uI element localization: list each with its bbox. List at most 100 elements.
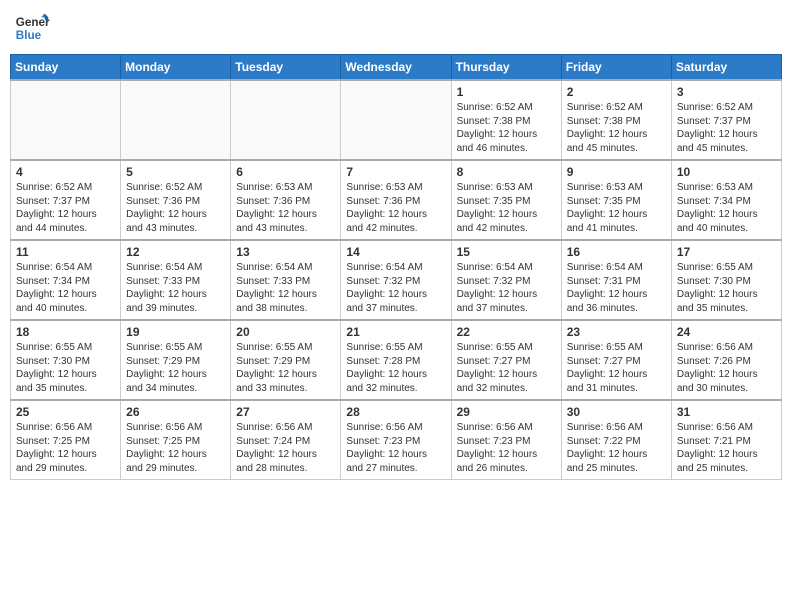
day-number: 17 — [677, 245, 776, 259]
calendar-cell: 24Sunrise: 6:56 AM Sunset: 7:26 PM Dayli… — [671, 320, 781, 400]
calendar-cell — [231, 80, 341, 160]
calendar-cell: 16 Sunrise: 6:54 AM Sunset: 7:31 PM Dayli… — [561, 240, 671, 320]
calendar-cell: 10 Sunrise: 6:53 AM Sunset: 7:34 PM Dayli… — [671, 160, 781, 240]
day-info: Sunrise: 6:56 AM Sunset: 7:24 PM Dayligh… — [236, 421, 335, 475]
day-info: Sunrise: 6:56 AM Sunset: 7:22 PM Dayligh… — [567, 421, 666, 475]
calendar-cell: 5 Sunrise: 6:52 AM Sunset: 7:36 PM Daylig… — [121, 160, 231, 240]
day-number: 18 — [16, 325, 115, 339]
calendar-cell — [341, 80, 451, 160]
logo: General Blue — [14, 10, 50, 46]
day-number: 28 — [346, 405, 445, 419]
calendar-cell: 28Sunrise: 6:56 AM Sunset: 7:23 PM Dayli… — [341, 400, 451, 480]
day-number: 23 — [567, 325, 666, 339]
calendar-cell: 21Sunrise: 6:55 AM Sunset: 7:28 PM Dayli… — [341, 320, 451, 400]
day-of-week-header: Monday — [121, 55, 231, 81]
day-number: 31 — [677, 405, 776, 419]
calendar-cell: 8Sunrise: 6:53 AM Sunset: 7:35 PM Daylig… — [451, 160, 561, 240]
calendar-cell: 6 Sunrise: 6:53 AM Sunset: 7:36 PM Daylig… — [231, 160, 341, 240]
day-number: 7 — [346, 165, 445, 179]
day-info: Sunrise: 6:54 AM Sunset: 7:32 PM Dayligh… — [457, 261, 556, 315]
day-number: 27 — [236, 405, 335, 419]
calendar-cell: 15 Sunrise: 6:54 AM Sunset: 7:32 PM Dayli… — [451, 240, 561, 320]
day-info: Sunrise: 6:56 AM Sunset: 7:23 PM Dayligh… — [457, 421, 556, 475]
day-number: 13 — [236, 245, 335, 259]
day-info: Sunrise: 6:54 AM Sunset: 7:34 PM Dayligh… — [16, 261, 115, 315]
day-info: Sunrise: 6:53 AM Sunset: 7:34 PM Dayligh… — [677, 181, 776, 235]
day-header-row: SundayMondayTuesdayWednesdayThursdayFrid… — [11, 55, 782, 81]
day-info: Sunrise: 6:55 AM Sunset: 7:27 PM Dayligh… — [457, 341, 556, 395]
calendar-cell: 27 Sunrise: 6:56 AM Sunset: 7:24 PM Dayli… — [231, 400, 341, 480]
calendar-cell: 3 Sunrise: 6:52 AM Sunset: 7:37 PM Daylig… — [671, 80, 781, 160]
calendar-cell: 7 Sunrise: 6:53 AM Sunset: 7:36 PM Daylig… — [341, 160, 451, 240]
day-info: Sunrise: 6:55 AM Sunset: 7:30 PM Dayligh… — [677, 261, 776, 315]
day-of-week-header: Saturday — [671, 55, 781, 81]
day-of-week-header: Thursday — [451, 55, 561, 81]
day-info: Sunrise: 6:54 AM Sunset: 7:33 PM Dayligh… — [236, 261, 335, 315]
day-info: Sunrise: 6:55 AM Sunset: 7:29 PM Dayligh… — [236, 341, 335, 395]
day-number: 8 — [457, 165, 556, 179]
calendar-cell — [121, 80, 231, 160]
day-info: Sunrise: 6:56 AM Sunset: 7:25 PM Dayligh… — [126, 421, 225, 475]
day-info: Sunrise: 6:53 AM Sunset: 7:36 PM Dayligh… — [236, 181, 335, 235]
day-info: Sunrise: 6:54 AM Sunset: 7:31 PM Dayligh… — [567, 261, 666, 315]
week-row: 4 Sunrise: 6:52 AM Sunset: 7:37 PM Daylig… — [11, 160, 782, 240]
calendar-cell: 23 Sunrise: 6:55 AM Sunset: 7:27 PM Dayli… — [561, 320, 671, 400]
day-number: 5 — [126, 165, 225, 179]
calendar-cell: 2Sunrise: 6:52 AM Sunset: 7:38 PM Daylig… — [561, 80, 671, 160]
calendar-cell: 12Sunrise: 6:54 AM Sunset: 7:33 PM Dayli… — [121, 240, 231, 320]
day-info: Sunrise: 6:53 AM Sunset: 7:36 PM Dayligh… — [346, 181, 445, 235]
day-number: 11 — [16, 245, 115, 259]
day-info: Sunrise: 6:52 AM Sunset: 7:38 PM Dayligh… — [457, 101, 556, 155]
day-number: 22 — [457, 325, 556, 339]
day-number: 9 — [567, 165, 666, 179]
day-number: 4 — [16, 165, 115, 179]
logo-icon: General Blue — [14, 10, 50, 46]
day-number: 12 — [126, 245, 225, 259]
day-info: Sunrise: 6:52 AM Sunset: 7:37 PM Dayligh… — [677, 101, 776, 155]
calendar-cell: 11 Sunrise: 6:54 AM Sunset: 7:34 PM Dayli… — [11, 240, 121, 320]
day-number: 10 — [677, 165, 776, 179]
calendar-cell: 20 Sunrise: 6:55 AM Sunset: 7:29 PM Dayli… — [231, 320, 341, 400]
calendar-table: SundayMondayTuesdayWednesdayThursdayFrid… — [10, 54, 782, 480]
calendar-cell: 14Sunrise: 6:54 AM Sunset: 7:32 PM Dayli… — [341, 240, 451, 320]
week-row: 11 Sunrise: 6:54 AM Sunset: 7:34 PM Dayli… — [11, 240, 782, 320]
calendar-cell: 30 Sunrise: 6:56 AM Sunset: 7:22 PM Dayli… — [561, 400, 671, 480]
day-number: 25 — [16, 405, 115, 419]
page-header: General Blue — [10, 10, 782, 46]
day-info: Sunrise: 6:53 AM Sunset: 7:35 PM Dayligh… — [567, 181, 666, 235]
day-of-week-header: Friday — [561, 55, 671, 81]
day-of-week-header: Wednesday — [341, 55, 451, 81]
day-of-week-header: Sunday — [11, 55, 121, 81]
week-row: 25 Sunrise: 6:56 AM Sunset: 7:25 PM Dayli… — [11, 400, 782, 480]
calendar-cell — [11, 80, 121, 160]
day-info: Sunrise: 6:56 AM Sunset: 7:26 PM Dayligh… — [677, 341, 776, 395]
calendar-cell: 19Sunrise: 6:55 AM Sunset: 7:29 PM Dayli… — [121, 320, 231, 400]
day-info: Sunrise: 6:54 AM Sunset: 7:32 PM Dayligh… — [346, 261, 445, 315]
week-row: 1 Sunrise: 6:52 AM Sunset: 7:38 PM Daylig… — [11, 80, 782, 160]
calendar-cell: 18 Sunrise: 6:55 AM Sunset: 7:30 PM Dayli… — [11, 320, 121, 400]
day-number: 20 — [236, 325, 335, 339]
calendar-cell: 9 Sunrise: 6:53 AM Sunset: 7:35 PM Daylig… — [561, 160, 671, 240]
day-number: 30 — [567, 405, 666, 419]
week-row: 18 Sunrise: 6:55 AM Sunset: 7:30 PM Dayli… — [11, 320, 782, 400]
day-number: 16 — [567, 245, 666, 259]
day-info: Sunrise: 6:56 AM Sunset: 7:25 PM Dayligh… — [16, 421, 115, 475]
day-number: 3 — [677, 85, 776, 99]
day-number: 29 — [457, 405, 556, 419]
calendar-cell: 22 Sunrise: 6:55 AM Sunset: 7:27 PM Dayli… — [451, 320, 561, 400]
day-info: Sunrise: 6:55 AM Sunset: 7:27 PM Dayligh… — [567, 341, 666, 395]
day-number: 26 — [126, 405, 225, 419]
day-info: Sunrise: 6:52 AM Sunset: 7:36 PM Dayligh… — [126, 181, 225, 235]
svg-text:Blue: Blue — [16, 29, 42, 42]
day-info: Sunrise: 6:56 AM Sunset: 7:21 PM Dayligh… — [677, 421, 776, 475]
day-info: Sunrise: 6:52 AM Sunset: 7:38 PM Dayligh… — [567, 101, 666, 155]
calendar-cell: 17 Sunrise: 6:55 AM Sunset: 7:30 PM Dayli… — [671, 240, 781, 320]
day-info: Sunrise: 6:55 AM Sunset: 7:29 PM Dayligh… — [126, 341, 225, 395]
day-number: 21 — [346, 325, 445, 339]
day-number: 15 — [457, 245, 556, 259]
day-number: 1 — [457, 85, 556, 99]
calendar-cell: 25 Sunrise: 6:56 AM Sunset: 7:25 PM Dayli… — [11, 400, 121, 480]
day-info: Sunrise: 6:55 AM Sunset: 7:30 PM Dayligh… — [16, 341, 115, 395]
day-info: Sunrise: 6:52 AM Sunset: 7:37 PM Dayligh… — [16, 181, 115, 235]
day-number: 6 — [236, 165, 335, 179]
